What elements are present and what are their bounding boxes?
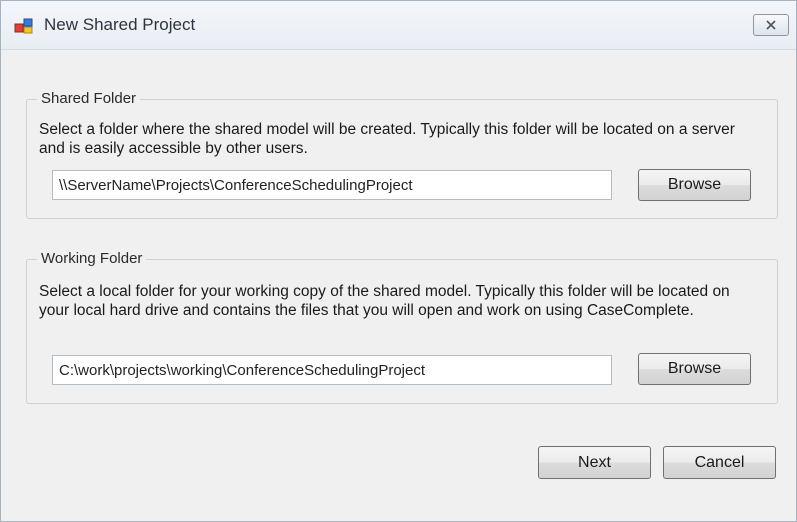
working-folder-description: Select a local folder for your working c… [39,283,730,319]
shared-folder-group: Shared Folder Select a folder where the … [26,90,778,219]
cancel-button[interactable]: Cancel [663,446,776,479]
close-button[interactable] [753,14,789,36]
new-shared-project-dialog: New Shared Project Shared Folder Select … [0,0,797,522]
shared-project-icon [14,18,34,34]
close-icon [766,20,776,30]
working-folder-browse-button[interactable]: Browse [638,353,751,385]
shared-folder-browse-button[interactable]: Browse [638,169,751,201]
working-folder-path-input[interactable] [52,355,612,385]
next-button[interactable]: Next [538,446,651,479]
working-folder-group: Working Folder Select a local folder for… [26,250,778,404]
title-bar: New Shared Project [1,1,796,50]
window-title: New Shared Project [44,15,196,34]
shared-folder-legend: Shared Folder [37,90,141,107]
shared-folder-path-input[interactable] [52,170,612,200]
working-folder-legend: Working Folder [37,250,147,267]
shared-folder-description: Select a folder where the shared model w… [39,121,735,157]
